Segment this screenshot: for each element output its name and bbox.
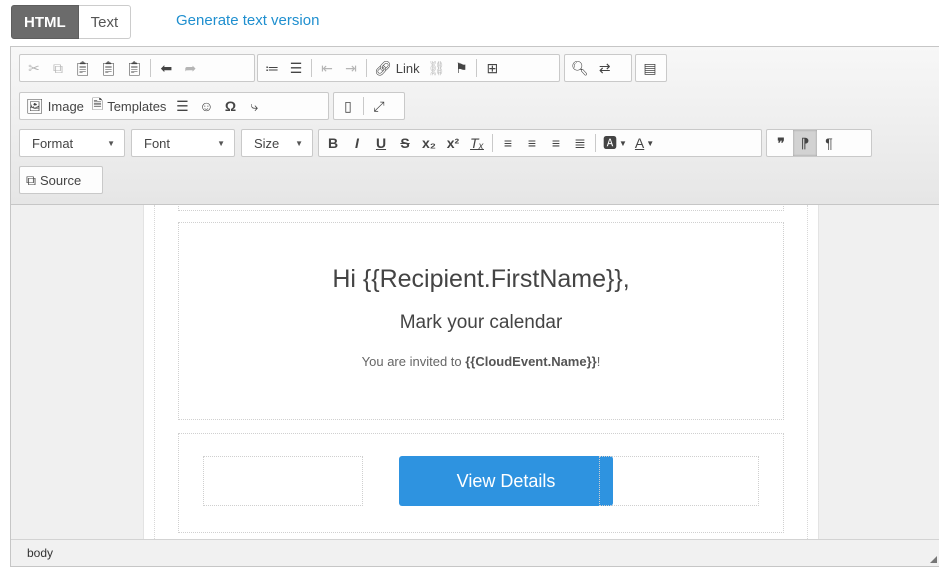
- image-icon: 🖼︎: [26, 97, 44, 114]
- cut-icon[interactable]: ✂: [22, 55, 46, 81]
- email-container: Hi {{Recipient.FirstName}}, Mark your ca…: [154, 205, 808, 539]
- format-dropdown[interactable]: Format ▼: [19, 129, 125, 157]
- link-icon: 🔗︎: [374, 59, 392, 76]
- replace-icon[interactable]: ⇄: [593, 55, 617, 81]
- anchor-flag-icon[interactable]: ⚑: [449, 55, 473, 81]
- superscript-icon[interactable]: x²: [441, 130, 465, 156]
- redo-icon[interactable]: ➦: [178, 55, 202, 81]
- source-icon: ⧉: [26, 171, 36, 188]
- generate-text-version-link[interactable]: Generate text version: [176, 12, 319, 29]
- view-tools-group: ▯ ⤢: [333, 92, 405, 120]
- element-path-body[interactable]: body: [27, 546, 53, 560]
- spellcheck-icon[interactable]: ▤: [638, 55, 662, 81]
- justify-icon[interactable]: ≣: [568, 130, 592, 156]
- greeting-block: Hi {{Recipient.FirstName}}, Mark your ca…: [178, 222, 784, 420]
- text-format-group: B I U S x₂ x² Tₓ ≡ ≡ ≡ ≣ 🅰︎ ▼ A ▼: [318, 129, 762, 157]
- paste-word-icon[interactable]: 📋︎: [122, 55, 148, 81]
- remove-format-icon[interactable]: Tₓ: [465, 130, 489, 156]
- unlink-icon[interactable]: ⛓: [424, 55, 450, 81]
- show-blocks-icon[interactable]: ▯: [336, 93, 360, 119]
- blockquote-icon[interactable]: ❞: [769, 130, 793, 156]
- strikethrough-icon[interactable]: S: [393, 130, 417, 156]
- source-group: ⧉ Source: [19, 166, 103, 194]
- tab-text[interactable]: Text: [78, 5, 132, 39]
- invite-text: You are invited to {{CloudEvent.Name}}!: [361, 354, 601, 369]
- align-center-icon[interactable]: ≡: [520, 130, 544, 156]
- size-dropdown[interactable]: Size ▼: [241, 129, 313, 157]
- toolbar-separator: [476, 59, 478, 77]
- resize-handle-icon[interactable]: [930, 556, 937, 563]
- chevron-down-icon: ▼: [295, 138, 303, 148]
- left-spacer-cell: [203, 456, 363, 506]
- subscript-icon[interactable]: x₂: [417, 130, 441, 156]
- maximize-icon[interactable]: ⤢: [367, 93, 391, 119]
- toolbar-separator: [492, 134, 493, 152]
- source-button[interactable]: ⧉ Source: [22, 167, 85, 193]
- link-button[interactable]: 🔗︎ Link: [370, 55, 424, 81]
- image-button[interactable]: 🖼︎ Image: [22, 93, 88, 119]
- increase-indent-icon[interactable]: ⇥: [339, 55, 363, 81]
- bold-icon[interactable]: B: [321, 130, 345, 156]
- text-color-icon[interactable]: A ▼: [631, 130, 658, 156]
- ltr-direction-icon[interactable]: ⁋: [793, 130, 817, 156]
- tab-html[interactable]: HTML: [11, 5, 79, 39]
- event-name: {{CloudEvent.Name}}: [465, 354, 597, 369]
- toolbar-separator: [311, 59, 312, 77]
- underline-icon[interactable]: U: [369, 130, 393, 156]
- view-details-button[interactable]: View Details: [399, 456, 613, 506]
- rtl-direction-icon[interactable]: ¶: [817, 130, 841, 156]
- right-spacer-cell: [599, 456, 759, 506]
- paste-text-icon[interactable]: 📋︎: [96, 55, 122, 81]
- editor-toolbar: ✂ ⧉ 📋︎ 📋︎ 📋︎ ⬅ ➦ ≔ ☰ ⇤ ⇥ 🔗︎ Link ⛓ ⚑ ⊞ 🔍︎…: [11, 47, 939, 205]
- chevron-down-icon: ▼: [107, 138, 115, 148]
- editor-content-area[interactable]: Hi {{Recipient.FirstName}}, Mark your ca…: [11, 205, 939, 539]
- chevron-down-icon: ▼: [217, 138, 225, 148]
- italic-icon[interactable]: I: [345, 130, 369, 156]
- button-block: View Details: [178, 433, 784, 533]
- special-char-omega-icon[interactable]: Ω: [218, 93, 242, 119]
- paste-icon[interactable]: 📋︎: [70, 55, 96, 81]
- font-dropdown[interactable]: Font ▼: [131, 129, 235, 157]
- horizontal-line-icon[interactable]: ☰: [170, 93, 194, 119]
- background-color-icon[interactable]: 🅰︎ ▼: [599, 130, 631, 156]
- numbered-list-icon[interactable]: ≔: [260, 55, 284, 81]
- toolbar-separator: [366, 59, 367, 77]
- smiley-icon[interactable]: ☺: [194, 93, 218, 119]
- find-replace-group: 🔍︎ ⇄: [564, 54, 632, 82]
- undo-icon[interactable]: ⬅: [154, 55, 178, 81]
- mode-tabs: HTML Text: [11, 5, 132, 39]
- align-right-icon[interactable]: ≡: [544, 130, 568, 156]
- templates-icon: 🗎: [91, 96, 104, 112]
- page-break-icon[interactable]: ⤷: [242, 93, 266, 119]
- decrease-indent-icon[interactable]: ⇤: [315, 55, 339, 81]
- toolbar-separator: [363, 97, 364, 115]
- table-icon[interactable]: ⊞: [480, 55, 504, 81]
- element-path-bar: body: [11, 539, 939, 566]
- copy-icon[interactable]: ⧉: [46, 55, 70, 81]
- email-body-canvas: Hi {{Recipient.FirstName}}, Mark your ca…: [143, 205, 819, 539]
- templates-button[interactable]: 🗎 Templates: [88, 93, 171, 119]
- toolbar-separator: [595, 134, 596, 152]
- align-left-icon[interactable]: ≡: [496, 130, 520, 156]
- button-row: View Details: [203, 456, 759, 508]
- bulleted-list-icon[interactable]: ☰: [284, 55, 308, 81]
- insert-group: 🖼︎ Image 🗎 Templates ☰ ☺ Ω ⤷: [19, 92, 329, 120]
- toolbar-separator: [150, 59, 152, 77]
- rich-text-editor: ✂ ⧉ 📋︎ 📋︎ 📋︎ ⬅ ➦ ≔ ☰ ⇤ ⇥ 🔗︎ Link ⛓ ⚑ ⊞ 🔍︎…: [10, 46, 939, 567]
- blockquote-direction-group: ❞ ⁋ ¶: [766, 129, 872, 157]
- clipboard-history-group: ✂ ⧉ 📋︎ 📋︎ 📋︎ ⬅ ➦: [19, 54, 255, 82]
- paragraph-link-group: ≔ ☰ ⇤ ⇥ 🔗︎ Link ⛓ ⚑ ⊞: [257, 54, 560, 82]
- find-icon[interactable]: 🔍︎: [567, 55, 593, 81]
- header-block: [178, 205, 784, 211]
- subheading: Mark your calendar: [399, 312, 563, 333]
- spellcheck-group: ▤: [635, 54, 667, 82]
- greeting-heading: Hi {{Recipient.FirstName}},: [332, 265, 630, 293]
